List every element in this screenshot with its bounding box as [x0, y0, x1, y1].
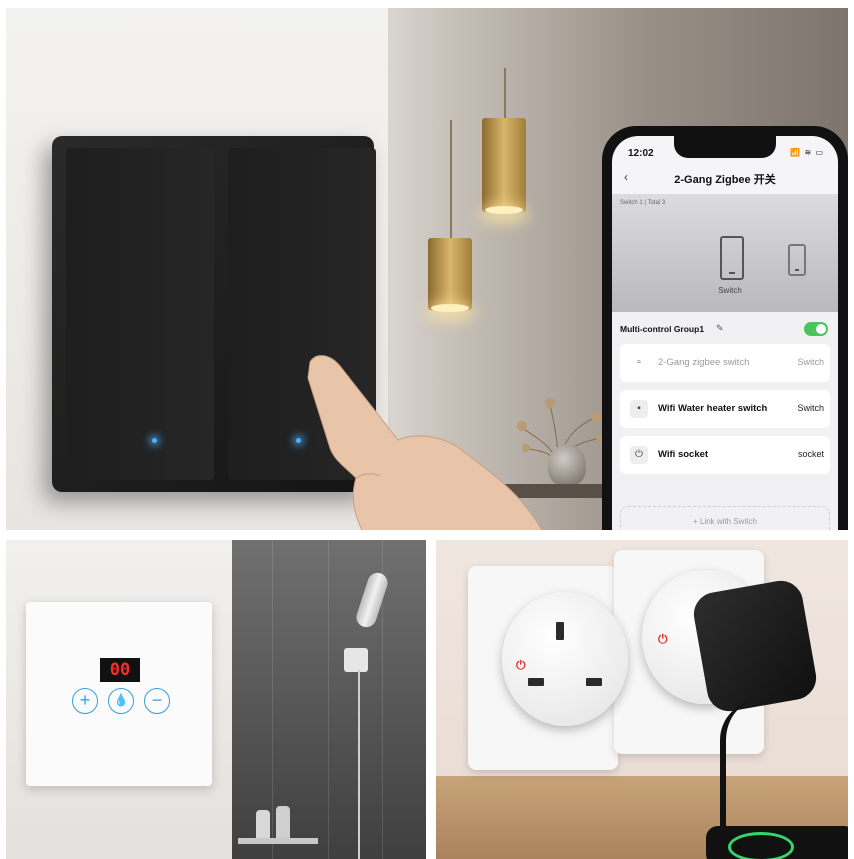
phone-notch	[674, 136, 776, 158]
pendant-cord	[450, 120, 452, 238]
switch-selector: Switch 1 | Total 3 Switch	[612, 194, 838, 312]
switch-scene-panel: 12:02 📶 ≋ ▭ ‹ 2-Gang Zigbee 开关 Switch 1 …	[6, 8, 848, 530]
link-with-switch-button[interactable]: + Link with Switch	[620, 506, 830, 530]
pendant-lamp	[428, 238, 472, 310]
device-title: 2-Gang Zigbee 开关	[674, 174, 776, 186]
lamp-glow	[485, 206, 523, 214]
switch-count: Switch 1 | Total 3	[620, 200, 666, 206]
digital-display: 00	[100, 658, 140, 682]
led-indicator	[152, 438, 157, 443]
water-drop-icon[interactable]: 💧	[108, 688, 134, 714]
app-header: ‹ 2-Gang Zigbee 开关	[612, 166, 838, 192]
status-icons: 📶 ≋ ▭	[790, 148, 824, 157]
smart-socket-panel: ⏻ ⏻	[436, 540, 848, 859]
shower-holder	[344, 648, 368, 672]
wireless-charger	[706, 826, 848, 859]
pendant-lamp	[482, 118, 526, 212]
device-type: Switch	[797, 357, 824, 367]
device-type: socket	[797, 449, 824, 459]
power-icon[interactable]: ⏻	[658, 632, 668, 647]
group-header: Multi-control Group1 ✎	[620, 322, 830, 338]
phone-screen: 12:02 📶 ≋ ▭ ‹ 2-Gang Zigbee 开关 Switch 1 …	[612, 136, 838, 530]
plus-icon[interactable]: +	[72, 688, 98, 714]
switch-gang-left	[66, 148, 214, 480]
smartphone: 12:02 📶 ≋ ▭ ‹ 2-Gang Zigbee 开关 Switch 1 …	[602, 126, 848, 530]
shelf	[238, 838, 318, 844]
device-card[interactable]: ▪ Wifi Water heater switch Switch	[620, 390, 830, 428]
switch-icon: ▫	[637, 357, 641, 368]
multi-control-sheet: Multi-control Group1 ✎ ▫ 2-Gang zigbee s…	[612, 312, 838, 530]
charging-ring	[728, 832, 794, 859]
shower-hose	[358, 670, 376, 859]
group-toggle[interactable]	[804, 322, 828, 336]
led-indicator	[296, 438, 301, 443]
switch-device-icon[interactable]	[720, 236, 744, 280]
status-time: 12:02	[628, 148, 654, 159]
vase	[548, 444, 586, 486]
device-card[interactable]: ⏻ Wifi socket socket	[620, 436, 830, 474]
hand-pressing-switch	[307, 355, 543, 530]
water-heater-panel: 00 + 💧 −	[6, 540, 426, 859]
socket-icon: ⏻	[630, 446, 648, 464]
plug-adapter	[690, 577, 820, 715]
device-name: Wifi socket	[658, 449, 709, 460]
group-name: Multi-control Group1	[620, 324, 705, 334]
device-name: 2-Gang zigbee switch	[658, 357, 750, 368]
device-name: Wifi Water heater switch	[658, 403, 768, 414]
device-type: Switch	[797, 403, 824, 413]
device-card[interactable]: ▫ 2-Gang zigbee switch Switch	[620, 344, 830, 382]
minus-icon[interactable]: −	[144, 688, 170, 714]
switch-icon: ▪	[630, 400, 648, 418]
pencil-icon[interactable]: ✎	[716, 323, 724, 334]
switch-device-icon[interactable]	[788, 244, 806, 276]
bottles	[256, 806, 290, 842]
selected-device-label: Switch	[718, 286, 742, 295]
power-icon[interactable]: ⏻	[516, 658, 526, 673]
water-heater-switch: 00 + 💧 −	[26, 602, 212, 786]
lamp-glow	[431, 304, 469, 312]
